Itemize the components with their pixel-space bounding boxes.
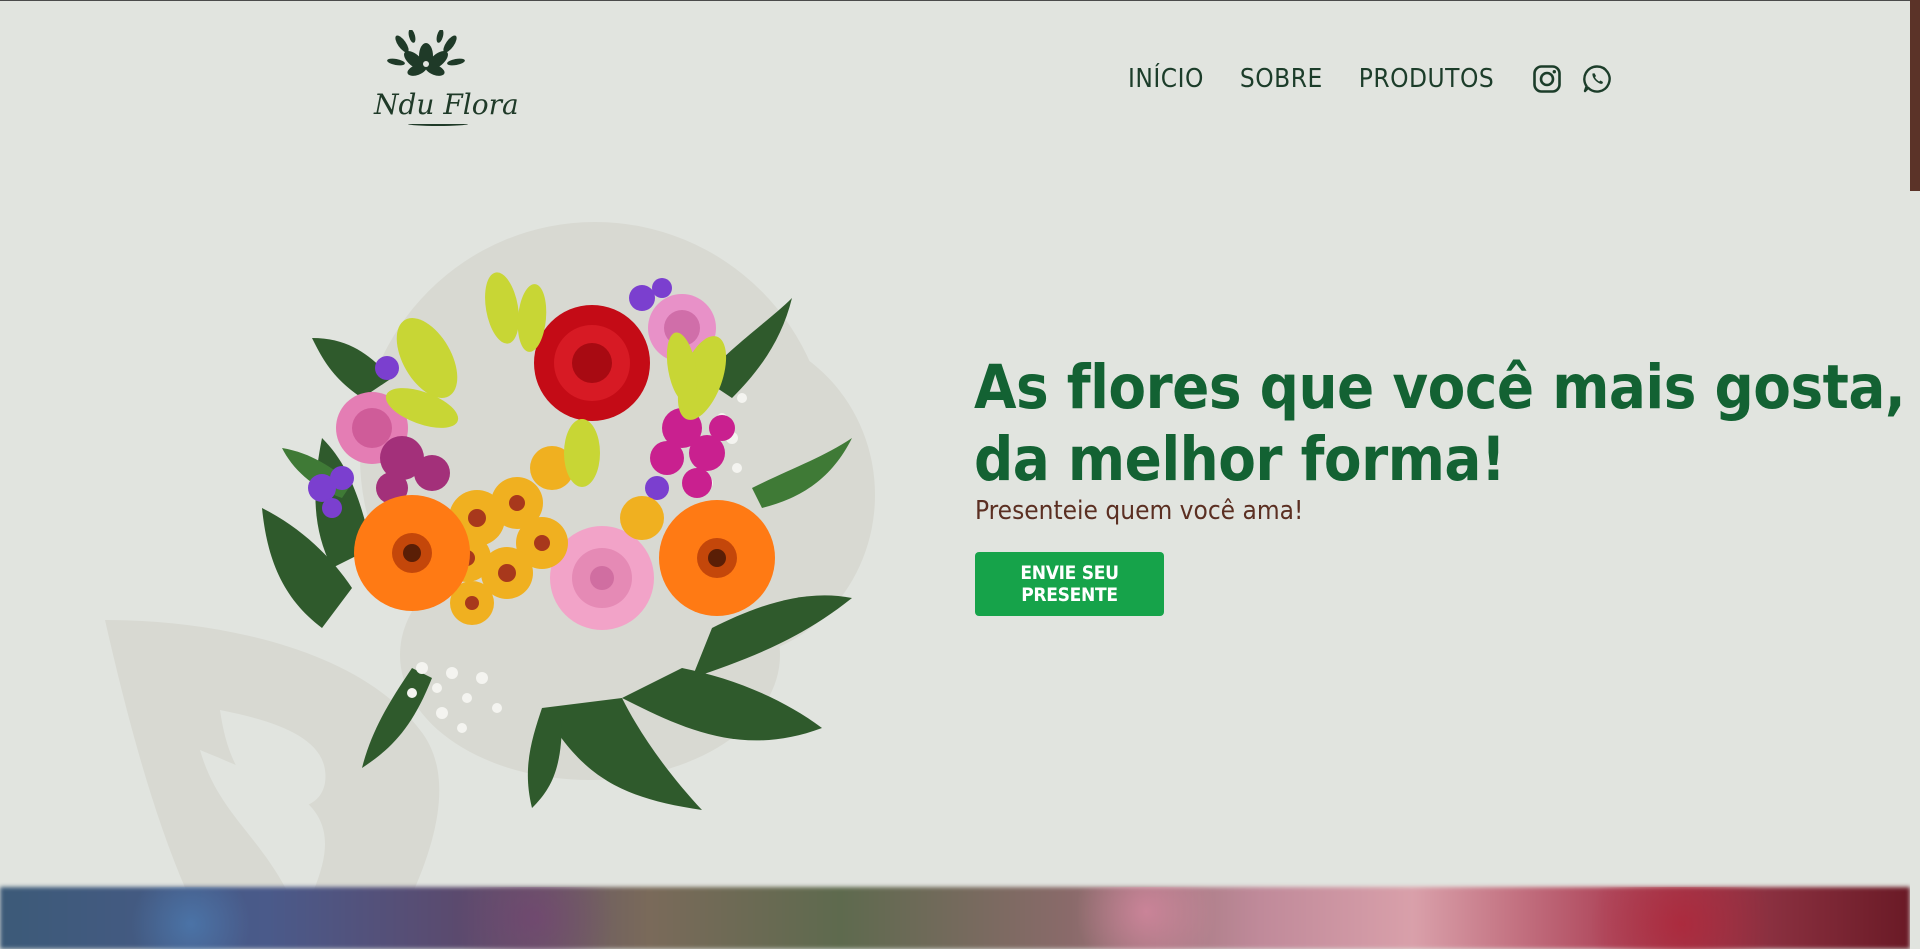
page: Ndu Flora INÍCIO SOBRE PRODUTOS As flore: [0, 0, 1920, 949]
flower-bouquet-image: [262, 272, 852, 810]
nav-item-sobre[interactable]: SOBRE: [1240, 64, 1323, 94]
logo-underline: [408, 122, 468, 126]
social-links: [1532, 64, 1632, 94]
hero-subtitle: Presenteie quem você ama!: [975, 496, 1304, 526]
hero-title-line-2: da melhor forma!: [974, 424, 1506, 495]
hero-title-line-1: As flores que você mais gosta,: [974, 352, 1906, 423]
flower-logo-icon: [387, 30, 465, 76]
hero-title: As flores que você mais gosta, da melhor…: [974, 352, 1906, 496]
whatsapp-icon[interactable]: [1582, 64, 1612, 94]
instagram-icon[interactable]: [1532, 64, 1562, 94]
brand-logo[interactable]: Ndu Flora: [368, 30, 519, 130]
scrollbar-thumb[interactable]: [1910, 0, 1920, 191]
send-gift-button[interactable]: ENVIE SEU PRESENTE: [975, 552, 1164, 616]
site-header: Ndu Flora INÍCIO SOBRE PRODUTOS: [0, 0, 1910, 160]
main-nav: INÍCIO SOBRE PRODUTOS: [1128, 64, 1632, 94]
brand-name: Ndu Flora: [374, 88, 519, 121]
flowers-banner-overlay: [0, 887, 1910, 949]
nav-item-inicio[interactable]: INÍCIO: [1128, 64, 1204, 94]
nav-item-produtos[interactable]: PRODUTOS: [1359, 64, 1494, 94]
